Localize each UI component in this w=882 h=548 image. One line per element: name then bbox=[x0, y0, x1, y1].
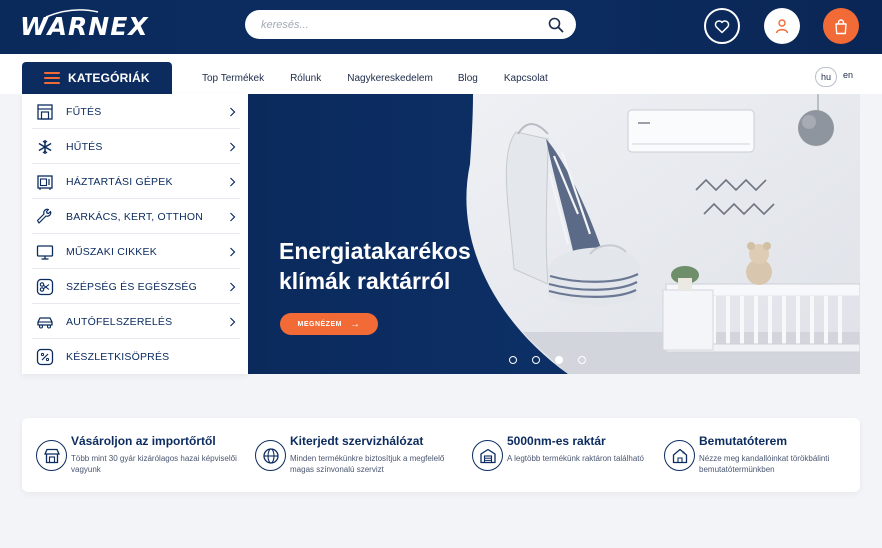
banner-title: Energiatakarékos klímák raktárról bbox=[279, 236, 471, 296]
feature-desc: Minden termékünkre biztosítjuk a megfele… bbox=[290, 454, 445, 474]
sidebar-item-label: AUTÓFELSZERELÉS bbox=[66, 315, 173, 328]
sidebar-item-car[interactable]: AUTÓFELSZERELÉS bbox=[22, 304, 248, 339]
chevron-right-icon bbox=[230, 177, 236, 186]
feature-title: Vásároljon az importőrtől bbox=[71, 434, 216, 448]
feature-title: 5000nm-es raktár bbox=[507, 434, 606, 448]
nav-link-wholesale[interactable]: Nagykereskedelem bbox=[347, 73, 433, 84]
cart-icon bbox=[835, 18, 847, 34]
nav-link-contact[interactable]: Kapcsolat bbox=[504, 73, 548, 84]
hero-banner[interactable]: Energiatakarékos klímák raktárról MEGNÉZ… bbox=[248, 94, 860, 374]
heater-icon bbox=[37, 103, 53, 120]
header: WARNEX bbox=[0, 0, 882, 54]
banner-cta-label: MEGNÉZEM bbox=[297, 320, 342, 328]
features-strip: Vásároljon az importőrtől Több mint 30 g… bbox=[22, 418, 860, 492]
feature-desc: Nézze meg kandallóinkat törökbálinti bem… bbox=[699, 454, 830, 474]
nav-link-about[interactable]: Rólunk bbox=[290, 73, 321, 84]
sidebar-item-label: HÁZTARTÁSI GÉPEK bbox=[66, 175, 173, 188]
percent-icon bbox=[36, 348, 54, 365]
wishlist-button[interactable] bbox=[704, 8, 740, 44]
chevron-right-icon bbox=[230, 317, 236, 326]
sidebar-item-label: BARKÁCS, KERT, OTTHON bbox=[66, 210, 204, 223]
language-en[interactable]: en bbox=[843, 70, 853, 80]
nav-link-blog[interactable]: Blog bbox=[458, 73, 478, 84]
sidebar-item-label: HŰTÉS bbox=[66, 140, 103, 153]
heart-icon bbox=[714, 19, 730, 33]
warehouse-icon bbox=[472, 440, 503, 471]
store-icon bbox=[36, 440, 67, 471]
account-button[interactable] bbox=[764, 8, 800, 44]
logo[interactable]: WARNEX bbox=[20, 12, 149, 41]
chevron-right-icon bbox=[230, 107, 236, 116]
sidebar-item-label: KÉSZLETKISÖPRÉS bbox=[66, 350, 170, 363]
monitor-icon bbox=[36, 244, 54, 260]
sidebar-item-label: SZÉPSÉG ÉS EGÉSZSÉG bbox=[66, 280, 198, 293]
nav-links: Top Termékek Rólunk Nagykereskedelem Blo… bbox=[202, 73, 548, 84]
sidebar-item-beauty[interactable]: SZÉPSÉG ÉS EGÉSZSÉG bbox=[22, 269, 248, 304]
chevron-right-icon bbox=[230, 212, 236, 221]
wrench-icon bbox=[36, 208, 52, 224]
carousel-dot-2[interactable] bbox=[532, 356, 540, 364]
sidebar-item-clearance[interactable]: KÉSZLETKISÖPRÉS bbox=[22, 339, 248, 374]
sidebar-item-diy[interactable]: BARKÁCS, KERT, OTTHON bbox=[22, 199, 248, 234]
categories-button[interactable]: KATEGÓRIÁK bbox=[22, 62, 172, 94]
chevron-right-icon bbox=[230, 142, 236, 151]
sidebar-item-heating[interactable]: FŰTÉS bbox=[22, 94, 248, 129]
car-icon bbox=[37, 316, 53, 329]
arrow-right-icon: → bbox=[349, 318, 361, 330]
banner-title-line-1: Energiatakarékos bbox=[279, 238, 471, 264]
sidebar-item-label: MŰSZAKI CIKKEK bbox=[66, 245, 157, 258]
sidebar-item-cooling[interactable]: HŰTÉS bbox=[22, 129, 248, 164]
carousel-dot-1[interactable] bbox=[509, 356, 517, 364]
scissors-icon bbox=[36, 278, 54, 295]
carousel-dots bbox=[509, 356, 601, 364]
feature-title: Bemutatóterem bbox=[699, 434, 788, 448]
search-input[interactable] bbox=[261, 10, 531, 39]
menu-icon bbox=[44, 72, 60, 84]
banner-cta-button[interactable]: MEGNÉZEM → bbox=[280, 313, 378, 335]
nav-link-top-products[interactable]: Top Termékek bbox=[202, 73, 264, 84]
sidebar-item-electronics[interactable]: MŰSZAKI CIKKEK bbox=[22, 234, 248, 269]
sidebar-item-appliances[interactable]: HÁZTARTÁSI GÉPEK bbox=[22, 164, 248, 199]
carousel-dot-4[interactable] bbox=[578, 356, 586, 364]
carousel-dot-3[interactable] bbox=[555, 356, 563, 364]
showroom-icon bbox=[664, 440, 695, 471]
banner-title-line-2: klímák raktárról bbox=[279, 268, 451, 294]
chevron-right-icon bbox=[230, 247, 236, 256]
cart-button[interactable] bbox=[823, 8, 859, 44]
feature-desc: Több mint 30 gyár kizárólagos hazai képv… bbox=[71, 454, 237, 474]
snowflake-icon bbox=[38, 139, 52, 154]
chevron-right-icon bbox=[230, 282, 236, 291]
feature-desc: A legtöbb termékünk raktáron található bbox=[507, 454, 644, 463]
categories-label: KATEGÓRIÁK bbox=[68, 71, 150, 85]
search-bar bbox=[245, 10, 576, 39]
user-icon bbox=[775, 19, 789, 34]
feature-title: Kiterjedt szervizhálózat bbox=[290, 434, 424, 448]
search-icon[interactable] bbox=[548, 17, 564, 33]
category-sidebar: FŰTÉS HŰTÉS HÁZTARTÁSI GÉPEK BARKÁCS, KE… bbox=[22, 94, 248, 374]
language-hu[interactable]: hu bbox=[815, 67, 837, 87]
appliance-icon bbox=[37, 174, 53, 190]
sidebar-item-label: FŰTÉS bbox=[66, 105, 102, 118]
globe-icon bbox=[255, 440, 286, 471]
